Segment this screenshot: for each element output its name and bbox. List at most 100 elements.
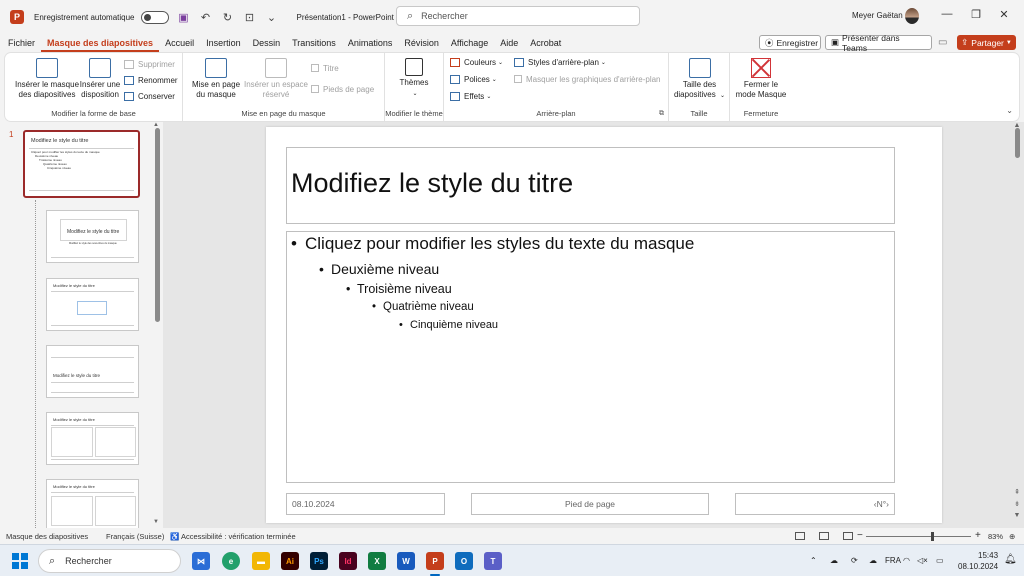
thumbnail-layout-title[interactable]: Modifiez le style du titre Modifiez le s… [46, 210, 139, 263]
record-button[interactable]: ⦿ Enregistrer [759, 35, 821, 50]
undo-icon[interactable]: ↶ [199, 11, 213, 24]
thumbnail-layout-comparison[interactable]: Modifiez le style du titre [46, 479, 139, 532]
tray-chevron-up-icon[interactable]: ⌃ [810, 556, 817, 565]
tab-animations[interactable]: Animations [342, 34, 399, 52]
autosave-toggle[interactable] [140, 10, 169, 24]
tab-revision[interactable]: Révision [398, 34, 445, 52]
tab-masque-des-diapositives[interactable]: Masque des diapositives [41, 34, 160, 52]
word-icon[interactable]: W [397, 552, 415, 570]
customize-quick-access-icon[interactable]: ⌄ [265, 11, 279, 24]
user-name[interactable]: Meyer Gaëtan [852, 11, 903, 20]
thumbnail-scrollbar[interactable] [155, 128, 160, 322]
normal-view-icon[interactable] [795, 532, 805, 540]
status-language[interactable]: Français (Suisse) [106, 532, 164, 541]
tray-language[interactable]: FRA [885, 556, 901, 565]
indesign-icon[interactable]: Id [339, 552, 357, 570]
slide-size-button[interactable]: Taille des diapositives ⌄ [671, 55, 728, 101]
thumbnail-layout-title-content[interactable]: Modifiez le style du titre [46, 278, 139, 331]
delete-button[interactable]: Supprimer [124, 57, 175, 71]
excel-icon[interactable]: X [368, 552, 386, 570]
colors-button[interactable]: Couleurs ⌄ [450, 55, 503, 69]
tab-accueil[interactable]: Accueil [159, 34, 200, 52]
illustrator-icon[interactable]: Ai [281, 552, 299, 570]
editor-scroll-down-icon[interactable]: ▼ [1012, 512, 1022, 519]
battery-icon[interactable]: ▭ [936, 556, 944, 565]
tab-aide[interactable]: Aide [494, 34, 524, 52]
thumbnail-layout-two-content[interactable]: Modifiez le style du titre [46, 412, 139, 465]
text-level-4[interactable]: Quatrième niveau [372, 301, 474, 313]
sync-icon[interactable]: ⟳ [851, 556, 858, 565]
editor-scrollbar[interactable] [1015, 128, 1020, 158]
close-master-view-button[interactable]: Fermer le mode Masque [734, 55, 788, 100]
master-layout-button[interactable]: Mise en page du masque [191, 55, 241, 100]
date-placeholder[interactable]: 08.10.2024 [286, 493, 445, 515]
ribbon-collapse-chevron-icon[interactable]: ⌄ [1006, 106, 1013, 115]
notification-bell-icon[interactable]: 🔔︎ [1004, 554, 1017, 565]
zoom-slider[interactable] [866, 536, 971, 537]
dialog-launcher-icon[interactable]: ⧉ [659, 110, 664, 118]
footer-placeholder[interactable]: Pied de page [471, 493, 709, 515]
zoom-out-icon[interactable]: − [857, 530, 863, 541]
insert-layout-button[interactable]: Insérer une disposition [78, 55, 122, 100]
status-accessibility[interactable]: Accessibilité : vérification terminée [181, 532, 296, 541]
slide-sorter-view-icon[interactable] [819, 532, 829, 540]
hide-background-checkbox[interactable]: Masquer les graphiques d'arrière-plan [514, 72, 661, 86]
insert-placeholder-button[interactable]: Insérer un espace réservé [243, 55, 309, 100]
reading-view-icon[interactable] [843, 532, 853, 540]
save-icon[interactable]: ▣ [177, 11, 191, 24]
zoom-slider-thumb[interactable] [931, 532, 934, 541]
rename-button[interactable]: Renommer [124, 73, 178, 87]
search-input[interactable]: ⌕ Rechercher [396, 6, 640, 26]
effects-button[interactable]: Effets ⌄ [450, 89, 491, 103]
outlook-icon[interactable]: O [455, 552, 473, 570]
fit-slide-icon[interactable]: ⊕ [1009, 532, 1015, 541]
photoshop-icon[interactable]: Ps [310, 552, 328, 570]
text-level-3[interactable]: Troisième niveau [346, 282, 452, 296]
weather-icon[interactable]: ☁ [830, 556, 838, 565]
minimize-icon[interactable]: — [937, 8, 957, 20]
taskbar-search[interactable]: ⌕ Rechercher [38, 549, 181, 573]
comment-icon[interactable]: ▭ [938, 37, 947, 48]
zoom-level[interactable]: 83% [988, 532, 1003, 541]
file-explorer-icon[interactable]: ▬ [252, 552, 270, 570]
thumbnail-layout-section-header[interactable]: Modifiez le style du titre [46, 345, 139, 398]
text-level-2[interactable]: Deuxième niveau [319, 261, 439, 277]
wifi-icon[interactable]: ◠ [903, 556, 910, 565]
insert-master-button[interactable]: Insérer le masque des diapositives [9, 55, 85, 100]
present-in-teams-button[interactable]: ▣ Présenter dans Teams [825, 33, 932, 53]
zoom-in-icon[interactable]: + [975, 530, 981, 541]
tab-acrobat[interactable]: Acrobat [524, 34, 567, 52]
mute-icon[interactable]: ◁× [917, 556, 928, 565]
footers-checkbox[interactable]: Pieds de page [311, 82, 374, 96]
avatar[interactable] [905, 8, 919, 24]
themes-button[interactable]: Thèmes ⌄ [391, 55, 437, 99]
tab-insertion[interactable]: Insertion [200, 34, 247, 52]
vscode-icon[interactable]: ⋈ [192, 552, 210, 570]
title-checkbox[interactable]: Titre [311, 61, 339, 75]
tab-fichier[interactable]: Fichier [0, 34, 41, 52]
share-button[interactable]: ⇪ Partager ▼ [957, 35, 1016, 50]
tab-affichage[interactable]: Affichage [445, 34, 494, 52]
previous-slide-icon[interactable]: ⇞ [1012, 488, 1022, 496]
redo-icon[interactable]: ↻ [221, 11, 235, 24]
scroll-down-icon[interactable]: ▼ [153, 519, 159, 525]
restore-icon[interactable]: ❐ [966, 8, 986, 21]
fonts-button[interactable]: Polices ⌄ [450, 72, 497, 86]
windows-start-icon[interactable] [12, 553, 28, 569]
tab-transitions[interactable]: Transitions [286, 34, 342, 52]
scroll-up-icon[interactable]: ▲ [153, 122, 159, 128]
preserve-button[interactable]: Conserver [124, 89, 175, 103]
slide-number-placeholder[interactable]: ‹N°› [735, 493, 895, 515]
next-slide-icon[interactable]: ⇟ [1012, 500, 1022, 508]
teams-icon[interactable]: T [484, 552, 502, 570]
text-level-1[interactable]: Cliquez pour modifier les styles du text… [291, 234, 694, 254]
clock[interactable]: 15:43 08.10.2024 [958, 550, 998, 572]
thumbnail-slide-master[interactable]: Modifiez le style du titre Cliquez pour … [23, 130, 140, 198]
present-from-start-icon[interactable]: ⊡ [243, 11, 257, 24]
powerpoint-icon[interactable]: P [426, 552, 444, 570]
slide-title[interactable]: Modifiez le style du titre [291, 168, 573, 199]
background-styles-button[interactable]: Styles d'arrière-plan ⌄ [514, 55, 606, 69]
close-window-icon[interactable]: ✕ [994, 8, 1014, 21]
cloud-icon[interactable]: ☁ [869, 556, 877, 565]
edge-icon[interactable]: e [222, 552, 240, 570]
